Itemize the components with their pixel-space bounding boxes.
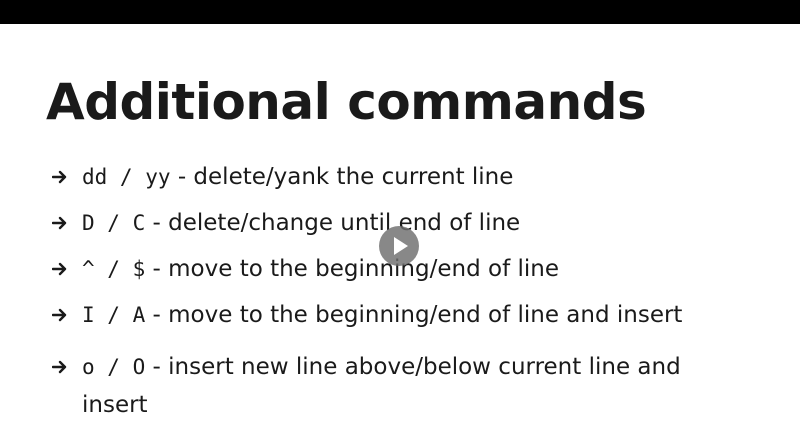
command-description: - delete/yank the current line (170, 164, 514, 190)
command-text: o / O - insert new line above/below curr… (82, 348, 752, 424)
command-text: ^ / $ - move to the beginning/end of lin… (82, 256, 559, 282)
slide-title: Additional commands (46, 73, 647, 131)
command-text: D / C - delete/change until end of line (82, 210, 520, 236)
arrow-right-icon (52, 164, 68, 190)
arrow-right-icon (52, 302, 68, 328)
video-top-bar (0, 0, 800, 24)
command-keys: dd / yy (82, 165, 171, 189)
list-item: dd / yy - delete/yank the current line (52, 164, 752, 190)
command-description: - move to the beginning/end of line and … (145, 302, 683, 328)
command-description: - delete/change until end of line (145, 210, 521, 236)
list-item: o / O - insert new line above/below curr… (52, 348, 752, 424)
command-keys: D / C (82, 211, 146, 235)
arrow-right-icon (52, 354, 68, 380)
command-keys: I / A (82, 303, 146, 327)
command-text: dd / yy - delete/yank the current line (82, 164, 513, 190)
command-keys: o / O (82, 355, 146, 379)
command-text: I / A - move to the beginning/end of lin… (82, 302, 682, 328)
video-frame: Additional commands dd / yy - delete/yan… (0, 0, 800, 433)
command-description: - insert new line above/below current li… (82, 354, 681, 418)
play-button[interactable] (379, 226, 419, 266)
arrow-right-icon (52, 210, 68, 236)
list-item: I / A - move to the beginning/end of lin… (52, 302, 752, 328)
command-list: dd / yy - delete/yank the current line D… (52, 164, 752, 433)
play-icon (394, 237, 408, 255)
command-keys: ^ / $ (82, 257, 146, 281)
arrow-right-icon (52, 256, 68, 282)
command-description: - move to the beginning/end of line (145, 256, 559, 282)
